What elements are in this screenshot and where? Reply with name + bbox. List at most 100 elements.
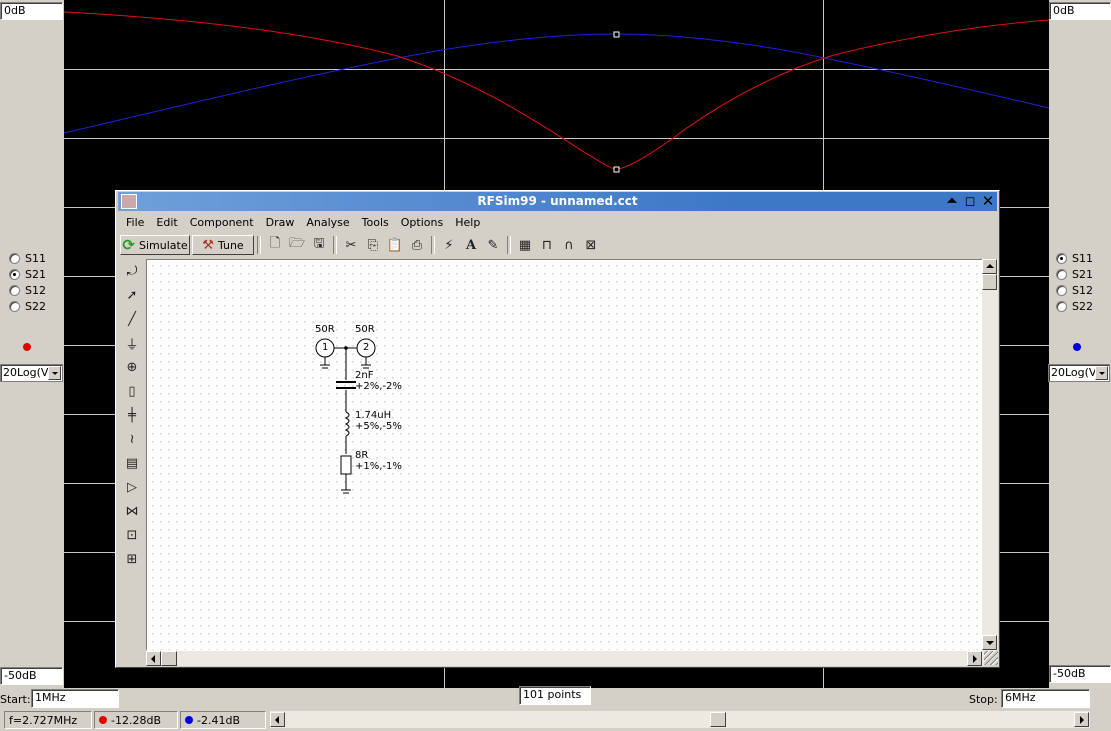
red-dot-icon bbox=[99, 716, 107, 724]
scroll-thumb[interactable] bbox=[710, 712, 726, 727]
radio-dot bbox=[1056, 253, 1067, 264]
chevron-down-icon[interactable] bbox=[1095, 366, 1108, 380]
frequency-scrollbar[interactable] bbox=[270, 711, 1090, 728]
port2-number: 2 bbox=[363, 342, 369, 353]
save-icon[interactable]: 🖫 bbox=[310, 236, 328, 254]
one-port-icon[interactable]: ⊡ bbox=[120, 523, 144, 547]
right-radio-s21[interactable]: S21 bbox=[1056, 268, 1093, 281]
select-arrow-icon[interactable]: ➚ bbox=[120, 283, 144, 307]
transformer-icon[interactable]: ⋈ bbox=[120, 499, 144, 523]
refresh-icon: ⟳ bbox=[122, 236, 135, 254]
schematic-canvas[interactable]: 1 2 50R 50R 2nF +2%,-2% 1.74uH +5%,-5% 8… bbox=[146, 259, 984, 651]
rotate-icon[interactable]: ⤾ bbox=[120, 259, 144, 283]
canvas-horizontal-scrollbar[interactable] bbox=[146, 651, 984, 666]
scroll-right-button[interactable] bbox=[1074, 712, 1089, 727]
tune-button[interactable]: ⚒ Tune bbox=[192, 235, 254, 255]
menu-tools[interactable]: Tools bbox=[356, 215, 395, 233]
open-folder-icon[interactable]: 🗁 bbox=[288, 236, 306, 254]
left-radio-s21[interactable]: S21 bbox=[9, 268, 46, 281]
port1-impedance[interactable]: 50R bbox=[315, 324, 335, 335]
filter-design-icon[interactable]: ⊓ bbox=[538, 236, 556, 254]
scroll-left-button[interactable] bbox=[270, 712, 285, 727]
right-marker-color-icon[interactable] bbox=[1073, 343, 1081, 351]
canvas-vertical-scrollbar[interactable] bbox=[982, 259, 998, 651]
left-radio-s11[interactable]: S11 bbox=[9, 252, 46, 265]
capacitor-value[interactable]: 2nF bbox=[355, 370, 373, 381]
right-radio-s22[interactable]: S22 bbox=[1056, 300, 1093, 313]
tune-tool-icon: ⚒ bbox=[202, 238, 214, 253]
port2-impedance[interactable]: 50R bbox=[355, 324, 375, 335]
menu-draw[interactable]: Draw bbox=[260, 215, 301, 233]
stop-frequency-input[interactable]: 6MHz bbox=[1001, 689, 1090, 708]
menu-bar: File Edit Component Draw Analyse Tools O… bbox=[120, 215, 486, 233]
resistor-value[interactable]: 8R bbox=[355, 450, 368, 461]
close-icon[interactable]: ✕ bbox=[981, 193, 995, 209]
menu-analyse[interactable]: Analyse bbox=[300, 215, 355, 233]
s11-marker bbox=[614, 32, 619, 37]
left-radio-s22[interactable]: S22 bbox=[9, 300, 46, 313]
ground-icon[interactable]: ⏚ bbox=[120, 331, 144, 355]
right-scale-select[interactable]: 20Log(V) bbox=[1048, 364, 1110, 382]
toolbar-separator bbox=[507, 236, 511, 254]
menu-options[interactable]: Options bbox=[395, 215, 449, 233]
left-scale-select[interactable]: 20Log(V) bbox=[0, 364, 63, 382]
app-icon[interactable] bbox=[121, 194, 137, 209]
text-tool-icon[interactable]: A bbox=[462, 236, 480, 254]
smith-chart-icon[interactable]: ⊠ bbox=[582, 236, 600, 254]
right-radio-s11[interactable]: S11 bbox=[1056, 252, 1093, 265]
s21-readout: -12.28dB bbox=[94, 711, 178, 729]
menu-component[interactable]: Component bbox=[184, 215, 260, 233]
right-radio-s12[interactable]: S12 bbox=[1056, 284, 1093, 297]
left-marker-color-icon[interactable] bbox=[23, 343, 31, 351]
stop-label: Stop: bbox=[969, 693, 998, 706]
paste-icon[interactable]: 📋 bbox=[386, 236, 404, 254]
port-icon[interactable]: ⊕ bbox=[120, 355, 144, 379]
y-min-right[interactable]: -50dB bbox=[1049, 665, 1111, 683]
resistor-tolerance[interactable]: +1%,-1% bbox=[355, 461, 402, 472]
scroll-right-button[interactable] bbox=[967, 651, 982, 666]
frequency-readout: f=2.727MHz bbox=[4, 711, 92, 729]
y-max-right[interactable]: 0dB bbox=[1049, 2, 1111, 20]
inductor-tolerance[interactable]: +5%,-5% bbox=[355, 421, 402, 432]
menu-help[interactable]: Help bbox=[449, 215, 486, 233]
points-input[interactable]: 101 points bbox=[519, 686, 591, 705]
two-port-icon[interactable]: ⊞ bbox=[120, 547, 144, 571]
coil-design-icon[interactable]: ∩ bbox=[560, 236, 578, 254]
capacitor-icon[interactable]: ╪ bbox=[120, 403, 144, 427]
y-max-left[interactable]: 0dB bbox=[0, 2, 63, 20]
wand-icon[interactable]: ⚡ bbox=[440, 236, 458, 254]
inductor-value[interactable]: 1.74uH bbox=[355, 410, 391, 421]
copy-icon[interactable]: ⎘ bbox=[364, 236, 382, 254]
toolbar-separator bbox=[333, 236, 337, 254]
resistor-icon[interactable]: ▯ bbox=[120, 379, 144, 403]
print-icon[interactable]: ⎙ bbox=[408, 236, 426, 254]
y-min-left[interactable]: -50dB bbox=[0, 667, 63, 685]
minimize-icon[interactable]: ⏶ bbox=[945, 193, 959, 209]
cut-icon[interactable]: ✂ bbox=[342, 236, 360, 254]
inductor-icon[interactable]: ≀ bbox=[120, 427, 144, 451]
simulate-button[interactable]: ⟳ Simulate bbox=[120, 235, 190, 255]
window-titlebar[interactable]: RFSim99 - unnamed.cct ⏶ ◻ ✕ bbox=[118, 192, 997, 211]
start-frequency-input[interactable]: 1MHz bbox=[31, 689, 119, 708]
scroll-thumb[interactable] bbox=[161, 651, 177, 666]
scroll-thumb[interactable] bbox=[982, 274, 997, 290]
chevron-down-icon[interactable] bbox=[48, 366, 61, 380]
resize-grip-icon[interactable] bbox=[984, 651, 998, 665]
pencil-icon[interactable]: ✎ bbox=[484, 236, 502, 254]
wire-tool-icon[interactable]: ╱ bbox=[120, 307, 144, 331]
scroll-down-button[interactable] bbox=[982, 635, 997, 650]
capacitor-tolerance[interactable]: +2%,-2% bbox=[355, 381, 402, 392]
calculator-icon[interactable]: ▦ bbox=[516, 236, 534, 254]
menu-file[interactable]: File bbox=[120, 215, 150, 233]
scroll-up-button[interactable] bbox=[982, 259, 997, 274]
schematic-drawing bbox=[147, 260, 983, 650]
new-file-icon[interactable]: 🗋 bbox=[266, 236, 284, 254]
left-radio-s12[interactable]: S12 bbox=[9, 284, 46, 297]
transmission-line-icon[interactable]: ▤ bbox=[120, 451, 144, 475]
scroll-left-button[interactable] bbox=[146, 651, 161, 666]
s21-marker bbox=[614, 167, 619, 172]
radio-dot bbox=[1056, 301, 1067, 312]
maximize-icon[interactable]: ◻ bbox=[963, 193, 977, 209]
menu-edit[interactable]: Edit bbox=[150, 215, 183, 233]
amplifier-icon[interactable]: ▷ bbox=[120, 475, 144, 499]
